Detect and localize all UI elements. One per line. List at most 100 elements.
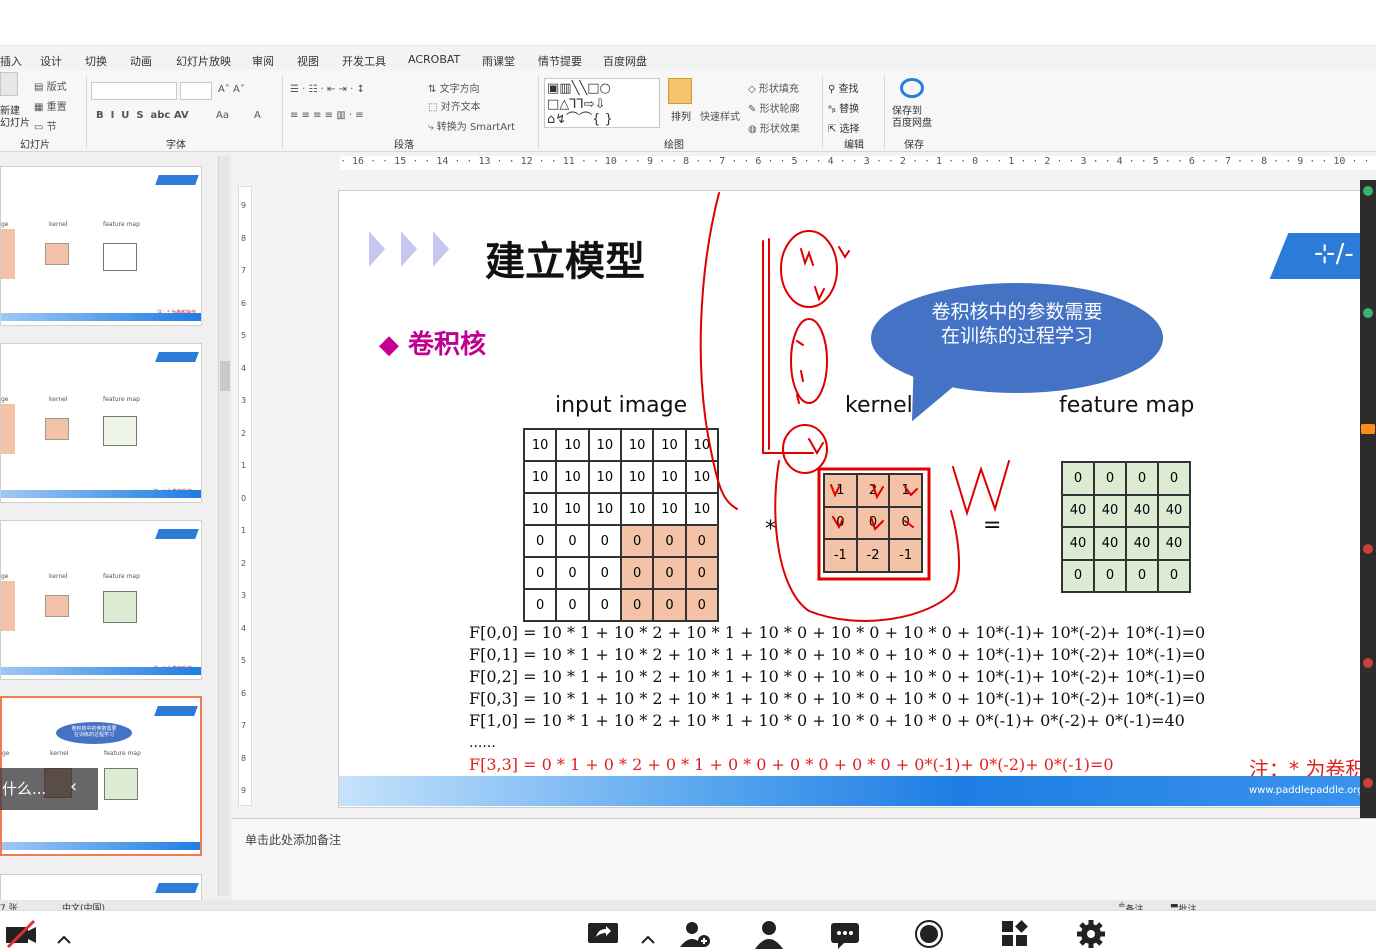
chevron-left-icon[interactable]: ‹ [70, 776, 77, 797]
add-participant-icon[interactable] [678, 919, 712, 949]
slide-canvas[interactable]: 建立模型 ◆ 卷积核 ⊹/- 卷积核中的参数需要 在训练的过程学习 input … [338, 190, 1368, 808]
feature-map-grid[interactable]: 0 0 0 0 40 40 40 40 40 40 40 40 0 0 0 0 [1061, 461, 1191, 593]
slide-thumbnail[interactable]: ge kernel feature map 注：* 为卷积操作 [0, 520, 202, 680]
logo-icon [155, 352, 199, 362]
user-icon[interactable] [1361, 424, 1375, 434]
camera-off-icon[interactable] [4, 919, 38, 949]
section-label: 节 [46, 122, 57, 133]
tab-view[interactable]: 视图 [297, 53, 319, 69]
slide-thumbnail[interactable]: ge kernel feature map 注：* 为卷积操作 [0, 343, 202, 503]
font-size-select[interactable] [180, 82, 212, 100]
chat-overlay[interactable]: 什么... ‹ [0, 768, 98, 810]
replace-button[interactable]: ᵃᵦ 替换 [828, 100, 859, 115]
tab-acrobat[interactable]: ACROBAT [408, 53, 460, 66]
font-color-icon[interactable]: A [254, 110, 261, 121]
share-screen-icon[interactable] [586, 919, 620, 949]
grid-cell: 0 [685, 589, 718, 621]
mic-on-icon[interactable] [1363, 308, 1373, 318]
ruler-tick: 4 [241, 623, 247, 633]
shapes-gallery[interactable]: ▣▥╲╲□○ □△⅂⅂⇨⇩ ⌂↯⌒⌒{ } [544, 78, 660, 128]
layout-label: 版式 [46, 82, 67, 93]
formula-line[interactable]: F[0,2] = 10 * 1 + 10 * 2 + 10 * 1 + 10 *… [469, 667, 1205, 686]
kernel-grid[interactable]: 1 2 1 0 0 0 -1 -2 -1 [823, 473, 923, 573]
grid-cell: 40 [1062, 527, 1094, 560]
meeting-toolbar [0, 910, 1376, 952]
slide-thumbnail[interactable] [0, 874, 202, 902]
tab-transitions[interactable]: 切换 [85, 53, 107, 69]
save-to-baidu-button[interactable]: 保存到 百度网盘 [892, 106, 932, 130]
feature-map-label[interactable]: feature map [1059, 393, 1194, 418]
slide-thumbnail[interactable]: ge kernel feature map 注：* 为卷积操作 [0, 166, 202, 326]
grid-cell: 10 [524, 429, 557, 461]
arrange-button[interactable]: 排列 [671, 108, 691, 123]
callout-bubble[interactable]: 卷积核中的参数需要 在训练的过程学习 [871, 283, 1163, 393]
grid-cell: 0 [889, 506, 922, 540]
reset-button[interactable]: ▦ 重置 [34, 98, 67, 113]
convert-smartart-button[interactable]: ⤷ 转换为 SmartArt [428, 118, 515, 133]
select-button[interactable]: ⇱ 选择 [828, 120, 860, 135]
presentation-app: 插入 设计 切换 动画 幻灯片放映 审阅 视图 开发工具 ACROBAT 雨课堂… [0, 0, 1376, 952]
tab-storyboard[interactable]: 情节提要 [538, 53, 582, 69]
overlay-text: 什么... [2, 780, 47, 798]
shape-fill-button[interactable]: ◇ 形状填充 [748, 80, 799, 95]
notes-pane[interactable]: 单击此处添加备注 [232, 818, 1376, 902]
tab-insert[interactable]: 插入 [0, 53, 22, 69]
grid-cell: 1 [889, 474, 922, 507]
list-icons[interactable]: ☰ · ☷ · ⇤ ⇥ · ↕ [290, 84, 365, 95]
input-image-grid[interactable]: 10 10 10 10 10 10 10 10 10 10 10 10 10 10 10 10 10 10 0 0 0 0… [523, 428, 719, 622]
align-icons[interactable]: ≡ ≡ ≡ ≡ ▥ · ≡ [290, 110, 364, 121]
tab-slideshow[interactable]: 幻灯片放映 [176, 53, 231, 69]
ribbon-divider [86, 76, 87, 148]
slide-title[interactable]: 建立模型 [485, 229, 645, 287]
ruler-tick: 2 [241, 558, 247, 568]
mic-on-icon[interactable] [1363, 186, 1373, 196]
quick-styles-button[interactable]: 快速样式 [700, 108, 740, 123]
tab-baidu-pan[interactable]: 百度网盘 [603, 53, 647, 69]
tab-animations[interactable]: 动画 [130, 53, 152, 69]
chevron-up-icon[interactable] [54, 919, 74, 949]
find-button[interactable]: ⚲ 查找 [828, 80, 859, 95]
tab-rain-classroom[interactable]: 雨课堂 [482, 53, 515, 69]
layout-button[interactable]: ▤ 版式 [34, 78, 67, 93]
input-image-label[interactable]: input image [555, 393, 687, 418]
tab-developer[interactable]: 开发工具 [342, 53, 386, 69]
font-grow-icon[interactable]: A˄ A˅ [218, 84, 245, 95]
scrollbar-thumb[interactable] [220, 361, 230, 391]
font-name-select[interactable] [91, 82, 177, 100]
mic-off-icon[interactable] [1363, 778, 1373, 788]
settings-gear-icon[interactable] [1074, 919, 1108, 949]
formula-line[interactable]: F[0,3] = 10 * 1 + 10 * 2 + 10 * 1 + 10 *… [469, 689, 1205, 708]
grid-cell: 10 [620, 493, 654, 525]
chevron-up-icon[interactable] [638, 919, 658, 949]
formula-line[interactable]: F[1,0] = 10 * 1 + 10 * 2 + 10 * 1 + 10 *… [469, 711, 1185, 730]
thumbnails-scrollbar[interactable] [218, 156, 230, 896]
text-direction-button[interactable]: ⇅ 文字方向 [428, 80, 480, 95]
grid-cell: 10 [653, 461, 686, 493]
mic-off-icon[interactable] [1363, 658, 1373, 668]
chat-icon[interactable] [828, 919, 862, 949]
formula-ellipsis[interactable]: ...... [469, 735, 496, 751]
formula-line-last[interactable]: F[3,3] = 0 * 1 + 0 * 2 + 0 * 1 + 0 * 0 +… [469, 755, 1114, 774]
shape-effects-button[interactable]: ◍ 形状效果 [748, 120, 800, 135]
grid-cell: 10 [556, 429, 589, 461]
formula-line[interactable]: F[0,1] = 10 * 1 + 10 * 2 + 10 * 1 + 10 *… [469, 645, 1205, 664]
mic-off-icon[interactable] [1363, 544, 1373, 554]
apps-icon[interactable] [998, 919, 1032, 949]
kernel-label[interactable]: kernel [845, 393, 913, 418]
change-case-button[interactable]: Aa [216, 110, 229, 121]
section-button[interactable]: ▭ 节 [34, 118, 57, 133]
font-format-buttons[interactable]: B I U S abc AV [96, 110, 189, 121]
tab-design[interactable]: 设计 [40, 53, 62, 69]
new-slide-icon[interactable] [0, 72, 18, 96]
grid-cell: 10 [685, 461, 718, 493]
formula-line[interactable]: F[0,0] = 10 * 1 + 10 * 2 + 10 * 1 + 10 *… [469, 623, 1205, 642]
align-text-button[interactable]: ⬚ 对齐文本 [428, 98, 481, 113]
tab-review[interactable]: 审阅 [252, 53, 274, 69]
slide-subtitle[interactable]: ◆ 卷积核 [379, 324, 486, 361]
shape-outline-button[interactable]: ✎ 形状轮廓 [748, 100, 800, 115]
arrange-icon[interactable] [668, 78, 692, 104]
record-icon[interactable] [912, 919, 946, 949]
new-slide-button[interactable]: 新建 幻灯片 [0, 106, 30, 130]
baidu-pan-icon[interactable] [900, 78, 924, 98]
participants-icon[interactable] [752, 919, 786, 949]
